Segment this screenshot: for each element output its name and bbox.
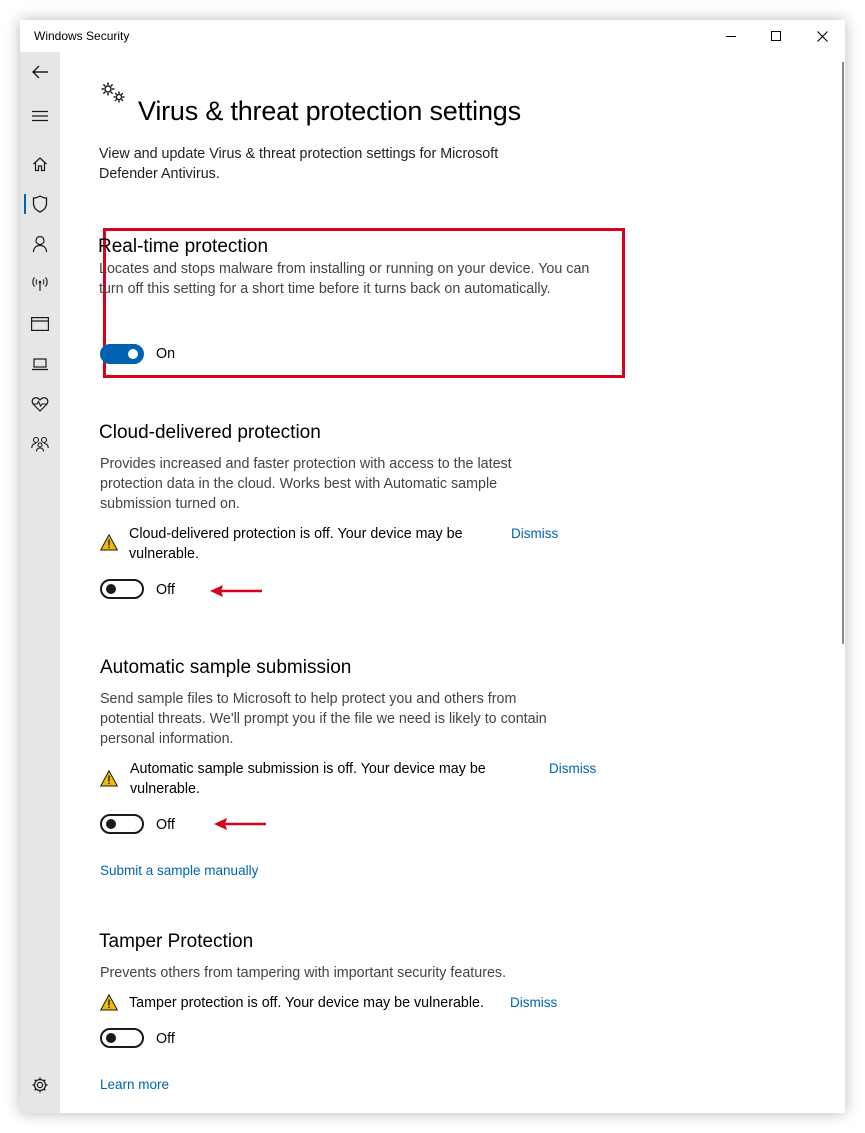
- sidebar-item-virus-protection[interactable]: [20, 184, 60, 224]
- sidebar-item-home[interactable]: [20, 144, 60, 184]
- browser-window-icon: [31, 317, 49, 331]
- page-description: View and update Virus & threat protectio…: [99, 146, 499, 182]
- tamper-dismiss-link[interactable]: Dismiss: [510, 995, 557, 1010]
- sample-toggle-label: Off: [156, 817, 175, 833]
- tamper-toggle[interactable]: [100, 1028, 144, 1048]
- windows-security-window: Windows Security Virus & threat protecti…: [20, 20, 845, 1113]
- tamper-warning: Tamper protection is off. Your device ma…: [129, 995, 484, 1011]
- toggle-knob: [106, 1033, 116, 1043]
- title-bar: Windows Security: [20, 20, 845, 52]
- sidebar-item-family-options[interactable]: [20, 424, 60, 464]
- tamper-title: Tamper Protection: [99, 931, 254, 952]
- realtime-toggle[interactable]: [100, 344, 144, 364]
- back-arrow-icon: [32, 65, 48, 79]
- realtime-toggle-label: On: [156, 346, 176, 362]
- sidebar-item-app-browser-control[interactable]: [20, 304, 60, 344]
- sample-warning: Automatic sample submission is off. Your…: [130, 761, 486, 797]
- laptop-icon: [32, 358, 48, 371]
- warning-icon: [100, 770, 118, 787]
- sidebar-item-firewall[interactable]: [20, 264, 60, 304]
- close-icon: [816, 30, 828, 42]
- gear-icon: [32, 1077, 48, 1093]
- toggle-knob: [128, 349, 138, 359]
- warning-icon: [100, 994, 118, 1011]
- antenna-icon: [32, 277, 48, 291]
- sample-title: Automatic sample submission: [100, 657, 352, 678]
- realtime-title: Real-time protection: [98, 236, 269, 257]
- cloud-description: Provides increased and faster protection…: [100, 456, 512, 512]
- cloud-warning: Cloud-delivered protection is off. Your …: [129, 526, 463, 562]
- person-icon: [32, 235, 48, 253]
- back-button[interactable]: [20, 52, 60, 92]
- home-icon: [33, 157, 47, 172]
- menu-button[interactable]: [20, 96, 60, 136]
- page-title: Virus & threat protection settings: [138, 96, 521, 126]
- shield-icon: [32, 195, 48, 213]
- toggle-knob: [106, 584, 116, 594]
- close-button[interactable]: [799, 20, 845, 52]
- cloud-toggle-label: Off: [156, 582, 175, 598]
- maximize-button[interactable]: [753, 20, 799, 52]
- sidebar-item-account-protection[interactable]: [20, 224, 60, 264]
- gears-icon: [101, 82, 125, 103]
- cloud-title: Cloud-delivered protection: [99, 422, 321, 443]
- family-icon: [31, 436, 49, 452]
- cloud-dismiss-link[interactable]: Dismiss: [511, 526, 558, 541]
- sidebar-item-settings[interactable]: [20, 1065, 60, 1105]
- sample-dismiss-link[interactable]: Dismiss: [549, 761, 596, 776]
- minimize-icon: [726, 36, 736, 37]
- sample-description: Send sample files to Microsoft to help p…: [100, 691, 547, 747]
- warning-icon: [100, 534, 118, 551]
- red-arrow-annotation: [210, 585, 262, 597]
- hamburger-icon: [32, 110, 48, 122]
- main-content: Virus & threat protection settings View …: [60, 52, 820, 1113]
- maximize-icon: [771, 31, 781, 41]
- submit-sample-link[interactable]: Submit a sample manually: [100, 863, 258, 878]
- sidebar: [20, 52, 60, 1113]
- heart-pulse-icon: [31, 397, 49, 412]
- toggle-knob: [106, 819, 116, 829]
- cloud-toggle[interactable]: [100, 579, 144, 599]
- tamper-description: Prevents others from tampering with impo…: [100, 965, 507, 981]
- sample-toggle[interactable]: [100, 814, 144, 834]
- sidebar-item-device-security[interactable]: [20, 344, 60, 384]
- red-arrow-annotation: [214, 818, 266, 830]
- sidebar-item-device-performance[interactable]: [20, 384, 60, 424]
- minimize-button[interactable]: [708, 20, 754, 52]
- tamper-toggle-label: Off: [156, 1031, 175, 1047]
- app-title: Windows Security: [34, 29, 130, 43]
- learn-more-link[interactable]: Learn more: [100, 1077, 169, 1092]
- scrollbar-thumb[interactable]: [842, 62, 844, 644]
- realtime-description: Locates and stops malware from installin…: [99, 261, 590, 297]
